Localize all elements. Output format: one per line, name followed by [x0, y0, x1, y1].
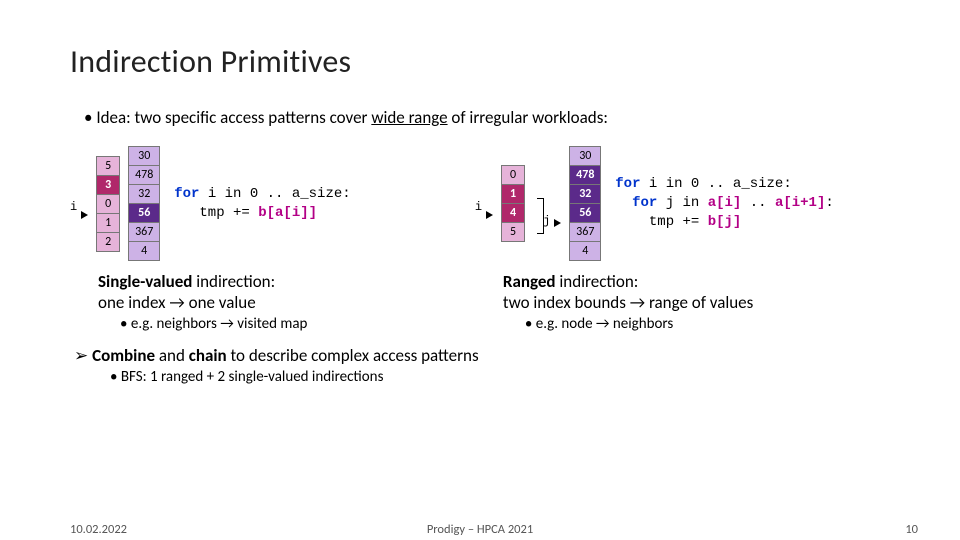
combine-sub-bullet: BFS: 1 ranged + 2 single-valued indirect… [70, 368, 900, 386]
right-figure-row: i 0145 j 3047832563674 for i in 0 .. a_s… [475, 146, 900, 261]
code-text: i in 0 .. a_size: [641, 176, 792, 192]
code-text: tmp += [615, 214, 707, 230]
left-desc-line1: Single-valued indirection: [98, 271, 475, 292]
left-i-arrow [81, 189, 88, 219]
code-access: b[j] [708, 214, 742, 230]
idea-text-underline: wide range [371, 107, 447, 128]
array-cell: 4 [502, 204, 524, 223]
right-desc-line2: two index bounds → range of values [503, 292, 900, 313]
right-description: Ranged indirection: two index bounds → r… [475, 271, 900, 333]
left-sub-bullet: e.g. neighbors → visited map [98, 315, 475, 333]
right-code: for i in 0 .. a_size: for j in a[i] .. a… [615, 175, 833, 232]
slide: Indirection Primitives Idea: two specifi… [0, 0, 960, 540]
idea-bullet: Idea: two specific access patterns cover… [70, 107, 900, 128]
arrow-right-icon [486, 211, 493, 219]
idea-text-post: of irregular workloads: [448, 107, 608, 128]
right-array-a: 0145 [501, 165, 525, 242]
array-cell: 56 [129, 204, 159, 223]
code-text: j in [657, 195, 707, 211]
right-desc-rest: indirection: [556, 271, 639, 292]
right-i-arrow [486, 189, 493, 219]
right-j-arrow [554, 181, 561, 227]
array-cell: 0 [97, 195, 119, 214]
right-array-b: 3047832563674 [569, 146, 601, 261]
code-text: .. [741, 195, 775, 211]
arrow-right-icon [554, 219, 561, 227]
kw-for: for [174, 186, 199, 202]
arrow-right-icon [81, 211, 88, 219]
combine-bold2: chain [189, 345, 227, 366]
array-cell: 367 [570, 223, 600, 242]
array-cell: 5 [502, 223, 524, 241]
footer-center: Prodigy – HPCA 2021 [0, 522, 960, 537]
combine-bold1: Combine [92, 345, 155, 366]
left-array-b: 3047832563674 [128, 146, 160, 261]
array-cell: 32 [570, 185, 600, 204]
idea-text-pre: Idea: two specific access patterns cover [96, 107, 371, 128]
array-cell: 56 [570, 204, 600, 223]
bracket-icon [537, 198, 544, 234]
array-cell: 4 [570, 242, 600, 260]
left-i-label: i [70, 194, 77, 214]
combine-mid: and [155, 345, 189, 366]
array-cell: 3 [97, 176, 119, 195]
slide-title: Indirection Primitives [70, 42, 900, 81]
array-cell: 478 [129, 166, 159, 185]
right-i-label: i [475, 194, 482, 214]
left-array-a: 53012 [96, 156, 120, 252]
right-bracket-group: j [533, 180, 546, 228]
kw-for: for [615, 195, 657, 211]
code-text: i in 0 .. a_size: [199, 186, 350, 202]
code-text: tmp += [174, 205, 258, 221]
array-cell: 5 [97, 157, 119, 176]
left-desc-line2: one index → one value [98, 292, 475, 313]
left-column: i 53012 3047832563674 for i in 0 .. a_si… [70, 146, 475, 333]
array-cell: 1 [97, 214, 119, 233]
array-cell: 2 [97, 233, 119, 251]
code-access: a[i+1] [775, 195, 825, 211]
left-description: Single-valued indirection: one index → o… [70, 271, 475, 333]
array-cell: 30 [570, 147, 600, 166]
left-desc-rest: indirection: [192, 271, 275, 292]
two-column-layout: i 53012 3047832563674 for i in 0 .. a_si… [70, 146, 900, 333]
combine-rest: to describe complex access patterns [227, 345, 479, 366]
combine-bullet: Combine and chain to describe complex ac… [70, 345, 900, 366]
array-cell: 32 [129, 185, 159, 204]
left-code: for i in 0 .. a_size: tmp += b[a[i]] [174, 185, 350, 223]
array-cell: 4 [129, 242, 159, 260]
array-cell: 367 [129, 223, 159, 242]
array-cell: 1 [502, 185, 524, 204]
right-sub-bullet: e.g. node → neighbors [503, 315, 900, 333]
kw-for: for [615, 176, 640, 192]
code-access: a[i] [708, 195, 742, 211]
array-cell: 30 [129, 147, 159, 166]
right-column: i 0145 j 3047832563674 for i in 0 .. a_s… [475, 146, 900, 333]
array-cell: 0 [502, 166, 524, 185]
left-desc-bold: Single-valued [98, 271, 192, 292]
code-text: : [825, 195, 833, 211]
footer-page-number: 10 [905, 522, 918, 537]
left-figure-row: i 53012 3047832563674 for i in 0 .. a_si… [70, 146, 475, 261]
right-desc-line1: Ranged indirection: [503, 271, 900, 292]
right-desc-bold: Ranged [503, 271, 556, 292]
code-access: b[a[i]] [258, 205, 317, 221]
array-cell: 478 [570, 166, 600, 185]
